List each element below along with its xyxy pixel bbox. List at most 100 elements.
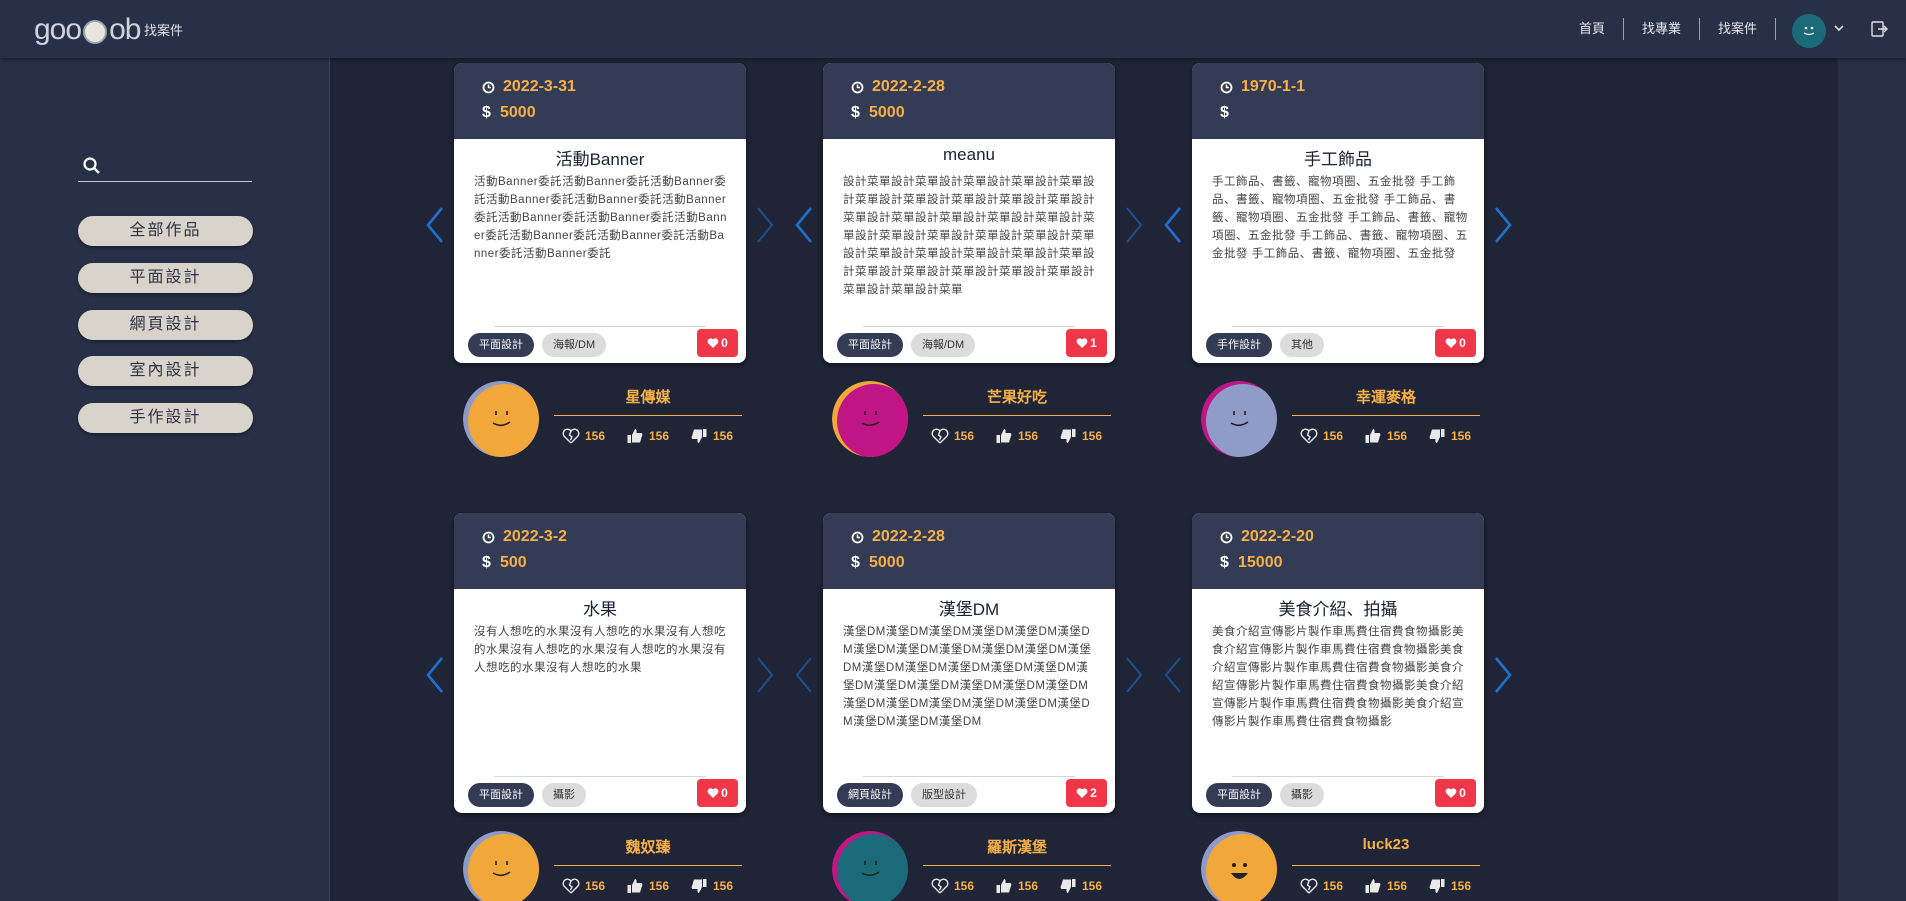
- carousel-next-arrow[interactable]: [1492, 205, 1514, 245]
- work-card[interactable]: 2022-3-2 $500 水果 沒有人想吃的水果沒有人想吃的水果沒有人想吃的水果沒有…: [454, 513, 746, 813]
- card-title[interactable]: 漢堡DM: [823, 595, 1115, 620]
- carousel-prev-arrow[interactable]: [424, 655, 446, 695]
- dislike-heart-stat[interactable]: 156: [931, 426, 974, 446]
- thumbs-down-stat[interactable]: 156: [1428, 426, 1471, 446]
- thumbs-up-icon: [996, 879, 1012, 893]
- like-button[interactable]: 2: [1066, 779, 1107, 807]
- author-name[interactable]: 魏奴臻: [554, 836, 742, 857]
- stat-count: 156: [713, 429, 734, 443]
- carousel-next-arrow[interactable]: [754, 655, 776, 695]
- author-name[interactable]: 芒果好吃: [923, 386, 1111, 407]
- author-avatar[interactable]: [1201, 831, 1277, 901]
- dislike-heart-stat[interactable]: 156: [562, 426, 605, 446]
- thumbs-up-stat[interactable]: 156: [1364, 426, 1407, 446]
- dislike-heart-stat[interactable]: 156: [1300, 426, 1343, 446]
- thumbs-down-stat[interactable]: 156: [1059, 876, 1102, 896]
- card-title[interactable]: 水果: [454, 595, 746, 620]
- stat-count: 156: [1323, 429, 1344, 443]
- thumbs-down-stat[interactable]: 156: [690, 426, 733, 446]
- like-button[interactable]: 1: [1066, 329, 1107, 357]
- author-name[interactable]: luck23: [1292, 836, 1480, 853]
- subcategory-tag[interactable]: 海報/DM: [542, 333, 607, 357]
- carousel-next-arrow[interactable]: [1123, 655, 1145, 695]
- thumbs-up-icon: [1365, 429, 1381, 443]
- thumbs-down-stat[interactable]: 156: [1059, 426, 1102, 446]
- category-tag[interactable]: 網頁設計: [837, 783, 903, 807]
- subcategory-tag[interactable]: 版型設計: [911, 783, 977, 807]
- carousel-prev-arrow[interactable]: [424, 205, 446, 245]
- category-tag[interactable]: 平面設計: [468, 783, 534, 807]
- carousel-next-arrow[interactable]: [1492, 655, 1514, 695]
- card-title[interactable]: meanu: [823, 145, 1115, 165]
- chevron-down-icon[interactable]: [1833, 22, 1845, 34]
- card-date: 2022-3-31: [482, 78, 576, 96]
- work-card[interactable]: 2022-2-20 $15000 美食介紹、拍攝 美食介紹宣傳影片製作車馬費住宿費食物…: [1192, 513, 1484, 813]
- thumbs-down-stat[interactable]: 156: [690, 876, 733, 896]
- work-card[interactable]: 1970-1-1 $ 手工飾品 手工飾品、書籤、寵物項圈、五金批發 手工飾品、書籤、寵…: [1192, 63, 1484, 363]
- user-avatar[interactable]: [1792, 14, 1826, 48]
- work-card[interactable]: 2022-2-28 $5000 漢堡DM 漢堡DM漢堡DM漢堡DM漢堡DM漢堡DM漢堡…: [823, 513, 1115, 813]
- thumbs-up-stat[interactable]: 156: [1364, 876, 1407, 896]
- category-tag[interactable]: 平面設計: [468, 333, 534, 357]
- carousel-next-arrow[interactable]: [754, 205, 776, 245]
- dislike-heart-stat[interactable]: 156: [1300, 876, 1343, 896]
- thumbs-down-icon: [1429, 429, 1445, 443]
- header-find-case-link[interactable]: 找案件: [144, 20, 183, 39]
- author-name[interactable]: 星傳媒: [554, 386, 742, 407]
- category-interior-button[interactable]: 室內設計: [78, 356, 253, 386]
- category-web-button[interactable]: 網頁設計: [78, 310, 253, 340]
- thumbs-up-stat[interactable]: 156: [626, 876, 669, 896]
- subcategory-tag[interactable]: 攝影: [1280, 783, 1324, 807]
- carousel-prev-arrow[interactable]: [793, 205, 815, 245]
- category-handmade-button[interactable]: 手作設計: [78, 403, 253, 433]
- nav-home[interactable]: 首頁: [1579, 18, 1624, 40]
- card-title[interactable]: 活動Banner: [454, 145, 746, 170]
- category-tag[interactable]: 平面設計: [837, 333, 903, 357]
- goodjob-logo[interactable]: goo ob: [34, 10, 141, 50]
- work-card[interactable]: 2022-2-28 $5000 meanu 設計菜單設計菜單設計菜單設計菜單設計菜單設…: [823, 63, 1115, 363]
- carousel-prev-arrow[interactable]: [1162, 655, 1184, 695]
- subcategory-tag[interactable]: 其他: [1280, 333, 1324, 357]
- card-title[interactable]: 美食介紹、拍攝: [1192, 595, 1484, 620]
- dislike-heart-stat[interactable]: 156: [562, 876, 605, 896]
- author-avatar[interactable]: [1201, 381, 1277, 457]
- carousel-prev-arrow[interactable]: [1162, 205, 1184, 245]
- carousel-next-arrow[interactable]: [1123, 205, 1145, 245]
- dislike-heart-stat[interactable]: 156: [931, 876, 974, 896]
- author-avatar[interactable]: [463, 831, 539, 901]
- category-tag[interactable]: 手作設計: [1206, 333, 1272, 357]
- logo-face-icon: [83, 20, 108, 44]
- thumbs-up-stat[interactable]: 156: [995, 876, 1038, 896]
- author-avatar[interactable]: [832, 381, 908, 457]
- thumbs-up-icon: [627, 429, 643, 443]
- author-name[interactable]: 幸運麥格: [1292, 386, 1480, 407]
- category-graphic-button[interactable]: 平面設計: [78, 263, 253, 293]
- work-card[interactable]: 2022-3-31 $5000 活動Banner 活動Banner委託活動Banner…: [454, 63, 746, 363]
- logout-icon[interactable]: [1870, 20, 1888, 38]
- thumbs-up-stat[interactable]: 156: [626, 426, 669, 446]
- category-all-button[interactable]: 全部作品: [78, 216, 253, 246]
- carousel-prev-arrow[interactable]: [793, 655, 815, 695]
- author-avatar[interactable]: [832, 831, 908, 901]
- card-title[interactable]: 手工飾品: [1192, 145, 1484, 170]
- nav-find-case[interactable]: 找案件: [1700, 18, 1776, 40]
- like-button[interactable]: 0: [1435, 329, 1476, 357]
- author-avatar[interactable]: [463, 381, 539, 457]
- card-price-text: 5000: [869, 104, 905, 121]
- like-button[interactable]: 0: [1435, 779, 1476, 807]
- author-name[interactable]: 羅斯漢堡: [923, 836, 1111, 857]
- heart-icon: [1445, 788, 1457, 798]
- nav-find-pro[interactable]: 找專業: [1624, 18, 1700, 40]
- thumbs-up-stat[interactable]: 156: [995, 426, 1038, 446]
- like-button[interactable]: 0: [697, 329, 738, 357]
- subcategory-tag[interactable]: 攝影: [542, 783, 586, 807]
- category-tag[interactable]: 平面設計: [1206, 783, 1272, 807]
- subcategory-tag[interactable]: 海報/DM: [911, 333, 976, 357]
- card-date: 2022-2-20: [1220, 528, 1314, 546]
- search-input[interactable]: [108, 154, 248, 178]
- card-date: 2022-3-2: [482, 528, 567, 546]
- thumbs-down-stat[interactable]: 156: [1428, 876, 1471, 896]
- card-divider: [863, 776, 1075, 777]
- like-button[interactable]: 0: [697, 779, 738, 807]
- thumbs-up-icon: [996, 429, 1012, 443]
